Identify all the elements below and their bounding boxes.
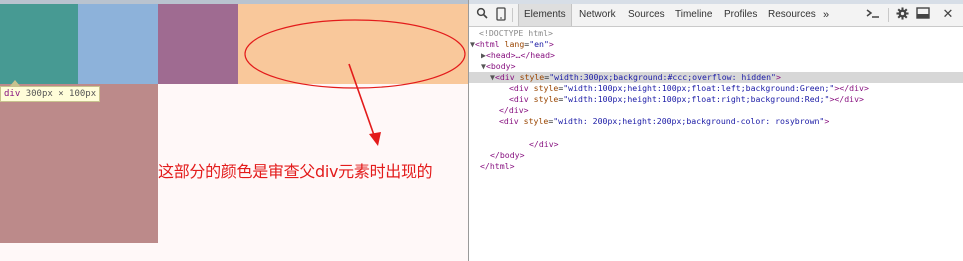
dom-line-doctype: <!DOCTYPE html>: [479, 28, 553, 38]
annotation-ellipse: [244, 19, 466, 89]
console-drawer-icon[interactable]: [865, 7, 881, 23]
toolbar-separator: [512, 8, 513, 22]
device-mode-icon[interactable]: [495, 7, 507, 23]
tab-timeline[interactable]: Timeline: [675, 4, 712, 26]
tooltip-tag: div: [4, 89, 21, 99]
dom-line-head[interactable]: ▶<head>…</head>: [469, 50, 963, 61]
annotation-arrow-head: [369, 132, 381, 146]
tab-profiles[interactable]: Profiles: [724, 4, 757, 26]
dom-line-div-close[interactable]: </div>: [469, 105, 963, 116]
tab-elements[interactable]: Elements: [518, 4, 572, 26]
search-icon[interactable]: [475, 7, 489, 23]
dom-line-html[interactable]: ▼<html lang="en">: [469, 39, 963, 50]
page-viewport: div 300px × 100px 这部分的颜色是审查父div元素时出现的: [0, 0, 468, 261]
tab-resources[interactable]: Resources: [768, 4, 816, 26]
dom-line-body-close[interactable]: </body>: [469, 150, 963, 161]
dom-line-div-float-right[interactable]: <div style="width:100px;height:100px;flo…: [469, 94, 963, 105]
more-tabs-chevron-icon[interactable]: »: [823, 4, 829, 26]
annotation-overlay: [244, 19, 466, 146]
settings-gear-icon[interactable]: [894, 7, 910, 23]
annotation-arrow-line: [348, 63, 376, 139]
annotation-text: 这部分的颜色是审查父div元素时出现的: [158, 162, 433, 181]
toolbar-separator: [888, 8, 889, 22]
close-icon[interactable]: ✕: [941, 7, 955, 23]
tab-sources[interactable]: Sources: [628, 4, 665, 26]
devtools-toolbar: Elements Network Sources Timeline Profil…: [469, 4, 963, 27]
dom-line-div-close[interactable]: </div>: [469, 139, 963, 150]
dock-side-icon[interactable]: [915, 7, 931, 23]
dom-line-selected-div[interactable]: ▼<div style="width:300px;background:#ccc…: [469, 72, 963, 83]
devtools-panel: Elements Network Sources Timeline Profil…: [468, 0, 963, 261]
dom-line-html-close[interactable]: </html>: [469, 161, 963, 172]
tab-network[interactable]: Network: [579, 4, 616, 26]
dom-line-div-rosybrown[interactable]: <div style="width: 200px;height:200px;ba…: [469, 116, 963, 127]
dom-line-body[interactable]: ▼<body>: [469, 61, 963, 72]
element-size-tooltip: div 300px × 100px: [0, 86, 101, 102]
dom-line-div-float-left[interactable]: <div style="width:100px;height:100px;flo…: [469, 83, 963, 94]
tooltip-dimensions: 300px × 100px: [25, 89, 97, 99]
